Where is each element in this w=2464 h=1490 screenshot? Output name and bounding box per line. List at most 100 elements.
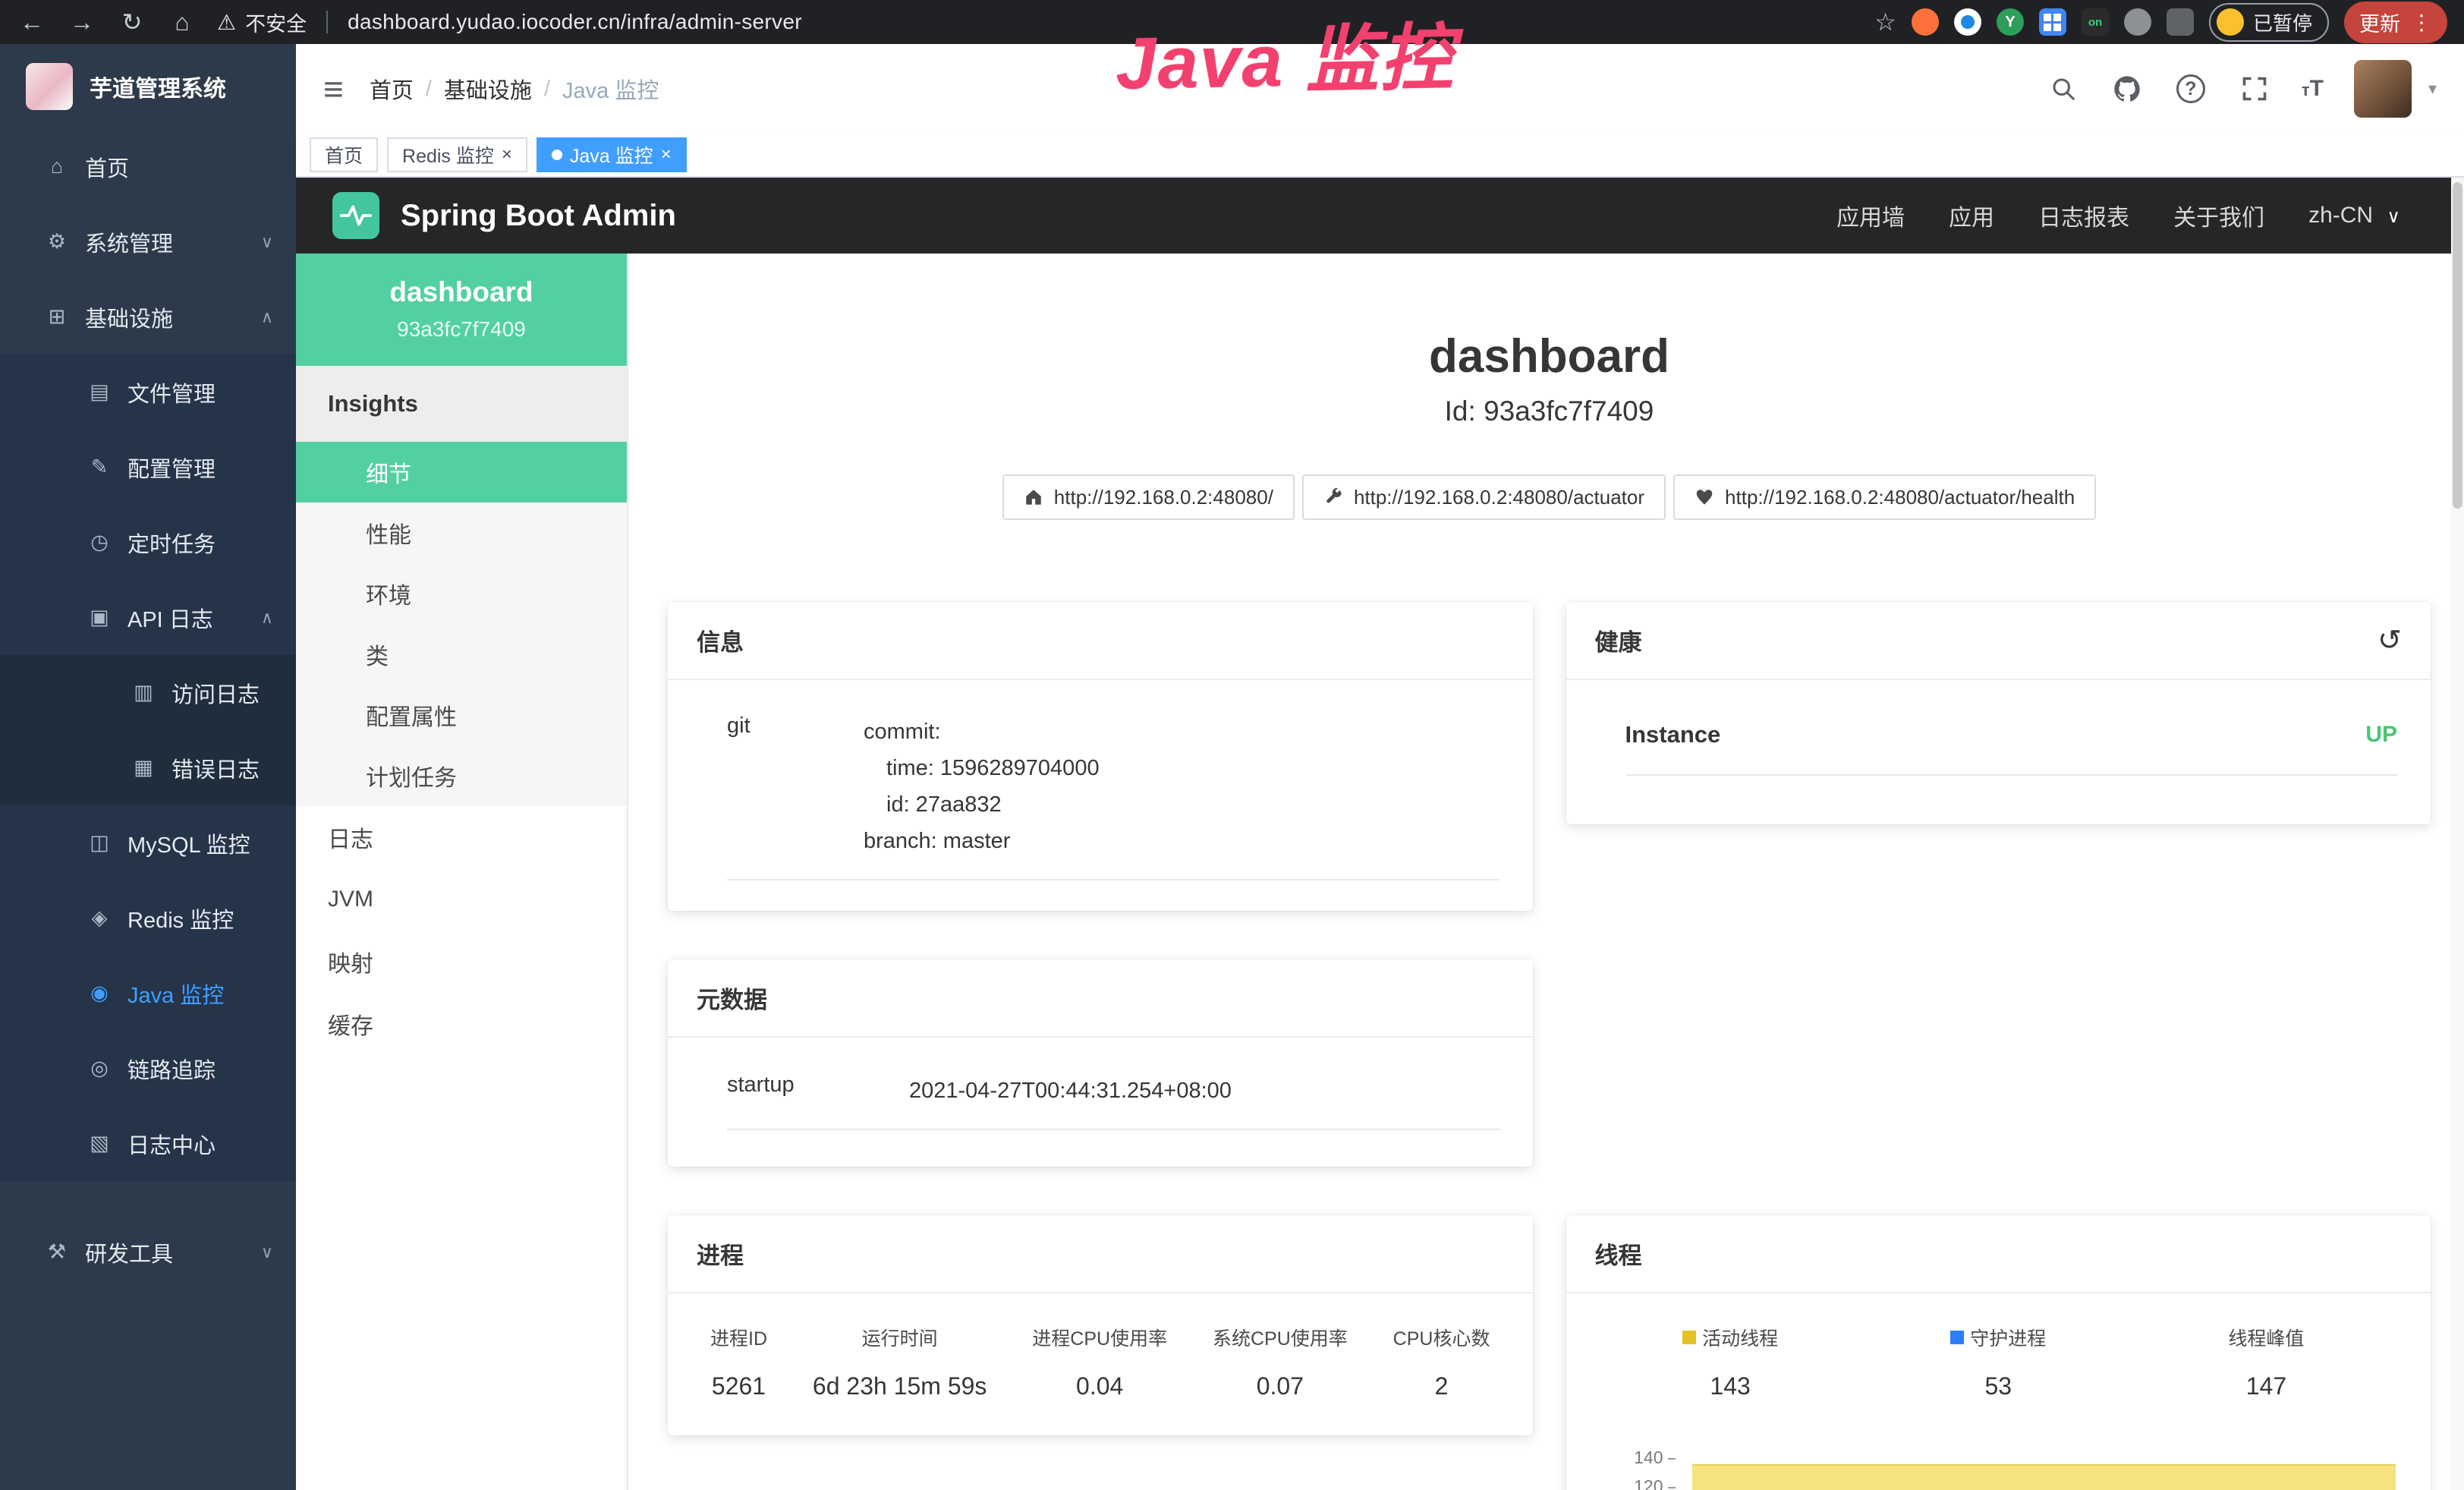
sidebar-item-infrastructure[interactable]: ⊞ 基础设施 ∧ (0, 279, 296, 354)
process-cpu-usage: 进程CPU使用率 0.04 (1032, 1324, 1167, 1400)
sidebar-item-mysql-monitor[interactable]: ◫ MySQL 监控 (0, 805, 296, 880)
reload-icon[interactable]: ↻ (117, 8, 147, 36)
scrollbar-thumb[interactable] (2453, 182, 2462, 509)
search-icon[interactable] (2047, 72, 2080, 106)
sidebar-item-java-monitor[interactable]: ◉ Java 监控 (0, 956, 296, 1031)
threads-daemon: 守护进程 53 (1865, 1324, 2132, 1400)
sidebar-item-api-logs[interactable]: ▣ API 日志 ∧ (0, 580, 296, 655)
forward-icon[interactable]: → (67, 8, 97, 36)
extension-icon-3[interactable]: Y (1997, 8, 2024, 36)
tags-view: 首页 Redis 监控 × Java 监控 × (296, 134, 2464, 178)
sba-nav-journal[interactable]: 日志报表 (2038, 199, 2129, 232)
sidebar-item-file-management[interactable]: ▤ 文件管理 (0, 354, 296, 430)
sba-nav-wallboard[interactable]: 应用墙 (1836, 199, 1905, 232)
sidebar-item-system-management[interactable]: ⚙ 系统管理 ∨ (0, 204, 296, 279)
info-card: 信息 git commit: time: 1596289704000 id: 2… (668, 602, 1533, 911)
breadcrumb-infrastructure[interactable]: 基础设施 (444, 73, 532, 105)
profile-paused-pill[interactable]: 已暂停 (2209, 3, 2329, 42)
close-icon[interactable]: × (661, 146, 672, 164)
tab-redis-monitor[interactable]: Redis 监控 × (387, 137, 527, 172)
home-icon (1024, 487, 1043, 507)
bookmark-star-icon[interactable]: ☆ (1874, 8, 1896, 36)
actuator-url-link[interactable]: http://192.168.0.2:48080/actuator (1302, 474, 1666, 520)
help-icon[interactable]: ? (2174, 72, 2208, 106)
sidebar-item-trace[interactable]: ◎ 链路追踪 (0, 1031, 296, 1106)
health-instance-row[interactable]: Instance UP (1625, 721, 2398, 776)
user-avatar[interactable] (2354, 60, 2412, 118)
menu-item-scheduled-tasks[interactable]: 计划任务 (296, 745, 627, 806)
sidebar-item-scheduled-tasks[interactable]: ◷ 定时任务 (0, 505, 296, 580)
back-icon[interactable]: ← (17, 8, 47, 36)
extension-icon-1[interactable] (1912, 8, 1939, 36)
extension-icon-2[interactable] (1954, 8, 1981, 36)
history-icon[interactable]: ↺ (2377, 623, 2402, 657)
startup-row: startup 2021-04-27T00:44:31.254+08:00 (727, 1073, 1499, 1130)
font-size-icon[interactable]: тT (2302, 76, 2324, 102)
extension-icon-4[interactable] (2039, 8, 2066, 36)
chrome-update-button[interactable]: 更新 ⋮ (2344, 2, 2447, 43)
menu-item-jvm[interactable]: JVM (296, 868, 627, 931)
sidebar-item-home[interactable]: ⌂ 首页 (0, 129, 296, 204)
address-bar[interactable]: dashboard.yudao.iocoder.cn/infra/admin-s… (348, 10, 802, 34)
threads-chart: 140 120 100 (1597, 1434, 2401, 1490)
extensions-puzzle-icon[interactable] (2167, 8, 2194, 36)
app-logo[interactable]: 芋道管理系统 (0, 44, 296, 129)
access-log-icon: ▥ (131, 681, 156, 704)
page-subtitle-id: Id: 93a3fc7f7409 (668, 395, 2431, 427)
extension-icon-5[interactable]: on (2082, 8, 2109, 36)
tab-java-monitor[interactable]: Java 监控 × (537, 137, 687, 172)
github-icon[interactable] (2110, 72, 2144, 106)
threads-peak: 线程峰值 147 (2132, 1324, 2400, 1400)
scrollbar[interactable] (2451, 178, 2464, 1490)
home-icon[interactable]: ⌂ (167, 8, 197, 36)
row-label: git (727, 713, 864, 859)
sidebar-item-error-logs[interactable]: ▦ 错误日志 (0, 730, 296, 805)
sidebar-item-label: 日志中心 (127, 1128, 216, 1160)
menu-section-insights: Insights (296, 366, 627, 442)
health-url-link[interactable]: http://192.168.0.2:48080/actuator/health (1673, 474, 2096, 520)
menu-item-caches[interactable]: 缓存 (296, 993, 627, 1055)
sidebar-item-label: Redis 监控 (127, 903, 234, 934)
card-title: 元数据 (697, 981, 767, 1015)
close-icon[interactable]: × (502, 146, 512, 164)
sidebar-item-dev-tools[interactable]: ⚒ 研发工具 ∨ (0, 1214, 296, 1290)
live-threads-area (1692, 1464, 2396, 1490)
card-title: 进程 (697, 1236, 744, 1271)
menu-item-logs[interactable]: 日志 (296, 806, 627, 868)
menu-item-metrics[interactable]: 性能 (296, 502, 627, 563)
chevron-down-icon: ∨ (261, 1243, 273, 1262)
instance-url-link[interactable]: http://192.168.0.2:48080/ (1002, 474, 1295, 520)
site-security-chip[interactable]: ⚠ 不安全 (217, 8, 307, 37)
sba-nav-about[interactable]: 关于我们 (2173, 199, 2264, 232)
extension-icon-6[interactable] (2124, 8, 2151, 36)
menu-item-mappings[interactable]: 映射 (296, 931, 627, 993)
browser-menu-icon[interactable]: ⋮ (2411, 10, 2432, 35)
link-label: http://192.168.0.2:48080/ (1054, 486, 1273, 509)
timer-icon: ◷ (87, 531, 112, 554)
sidebar-item-label: Java 监控 (127, 978, 224, 1010)
sidebar-item-config-management[interactable]: ✎ 配置管理 (0, 430, 296, 505)
menu-item-environment[interactable]: 环境 (296, 563, 627, 624)
card-title: 健康 (1595, 623, 1642, 657)
instance-name: dashboard (304, 276, 619, 308)
spring-boot-admin-logo (332, 192, 379, 239)
menu-item-classes[interactable]: 类 (296, 624, 627, 685)
infrastructure-icon: ⊞ (44, 305, 70, 329)
fullscreen-icon[interactable] (2238, 72, 2271, 106)
sba-brand[interactable]: Spring Boot Admin (401, 199, 676, 233)
sidebar-item-access-logs[interactable]: ▥ 访问日志 (0, 655, 296, 730)
sidebar-item-redis-monitor[interactable]: ◈ Redis 监控 (0, 880, 296, 956)
sba-language-select[interactable]: zh-CN ∨ (2308, 203, 2400, 228)
legend-swatch (1682, 1331, 1696, 1344)
tab-home[interactable]: 首页 (310, 137, 378, 172)
tools-icon: ⚒ (44, 1240, 70, 1264)
menu-item-config-props[interactable]: 配置属性 (296, 685, 627, 745)
breadcrumb-home[interactable]: 首页 (370, 73, 414, 105)
sidebar-item-log-center[interactable]: ▧ 日志中心 (0, 1106, 296, 1181)
language-label: zh-CN (2308, 203, 2373, 228)
sba-nav-applications[interactable]: 应用 (1949, 199, 1994, 232)
divider (326, 11, 328, 33)
chevron-down-icon: ∨ (261, 232, 273, 252)
hamburger-icon[interactable]: ≡ (323, 68, 344, 109)
menu-item-details[interactable]: 细节 (296, 442, 627, 502)
